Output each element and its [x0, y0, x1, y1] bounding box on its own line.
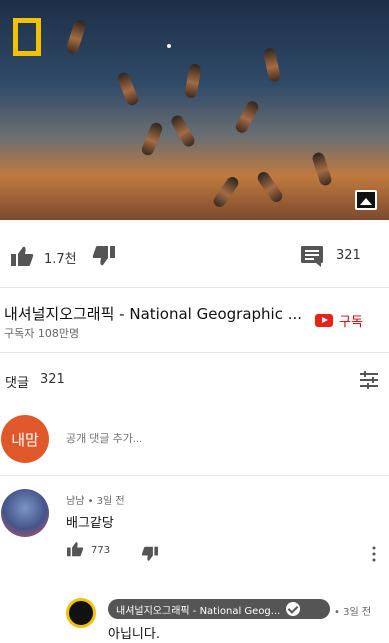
- comment-like-count: 773: [91, 545, 111, 556]
- sort-icon[interactable]: [358, 370, 380, 390]
- reply-time: • 3일 전: [334, 607, 372, 618]
- video-action-bar: 1.7천 321: [0, 233, 389, 279]
- moon-dot: [167, 44, 171, 48]
- skydiver-figure: [233, 99, 261, 135]
- dislike-icon[interactable]: [141, 546, 159, 562]
- skydiver-figure: [311, 150, 333, 188]
- comment-input[interactable]: [66, 430, 366, 448]
- verified-icon: [286, 602, 301, 616]
- comment-item: 냠냠 • 3일 전 배그같당 773: [0, 484, 389, 584]
- national-geographic-logo: [13, 18, 41, 56]
- channel-avatar[interactable]: [66, 598, 96, 628]
- skydiver-figure: [262, 47, 282, 83]
- like-icon[interactable]: [10, 245, 34, 267]
- more-vert-icon[interactable]: [372, 546, 376, 562]
- like-icon[interactable]: [66, 541, 84, 557]
- divider: [0, 475, 389, 476]
- comment-text: 배그같당: [66, 516, 114, 531]
- channel-info[interactable]: 내셔널지오그래픽 - National Geographic ... 구독자 1…: [0, 291, 389, 351]
- divider: [0, 287, 389, 288]
- skydiver-figure: [116, 70, 140, 108]
- comments-title: 댓글: [5, 376, 29, 391]
- divider: [0, 352, 389, 353]
- subscribe-button[interactable]: 구독: [315, 309, 363, 331]
- skydiver-figure: [65, 18, 87, 56]
- add-comment-row: 내맘: [0, 410, 389, 468]
- reply-author-name: 내셔널지오그래픽 - National Geog...: [116, 605, 281, 617]
- image-icon[interactable]: [355, 190, 377, 210]
- reply-author-badge[interactable]: 내셔널지오그래픽 - National Geog...: [108, 599, 330, 619]
- subscribe-label: 구독: [339, 314, 363, 330]
- reply-text: 아닙니다.: [108, 627, 160, 642]
- skydiver-figure: [140, 120, 164, 158]
- comment-author-time: 냠냠 • 3일 전: [66, 496, 125, 507]
- comment-icon[interactable]: [300, 245, 324, 267]
- reply-item: 내셔널지오그래픽 - National Geog... • 3일 전 아닙니다.: [0, 593, 389, 643]
- youtube-icon: [315, 313, 333, 327]
- comment-count: 321: [336, 248, 361, 263]
- video-thumbnail[interactable]: [0, 0, 389, 220]
- channel-name[interactable]: 내셔널지오그래픽 - National Geographic ...: [4, 303, 302, 324]
- comments-total: 321: [40, 372, 65, 387]
- avatar[interactable]: [1, 489, 49, 537]
- skydiver-figure: [211, 174, 241, 210]
- comments-header: 댓글 321: [0, 355, 389, 403]
- skydiver-figure: [169, 113, 197, 149]
- dislike-icon[interactable]: [92, 245, 116, 267]
- my-avatar: 내맘: [1, 415, 49, 463]
- like-count: 1.7천: [44, 252, 77, 267]
- skydiver-figure: [255, 169, 285, 205]
- subscriber-count: 구독자 108만명: [4, 327, 80, 340]
- skydiver-figure: [184, 63, 202, 99]
